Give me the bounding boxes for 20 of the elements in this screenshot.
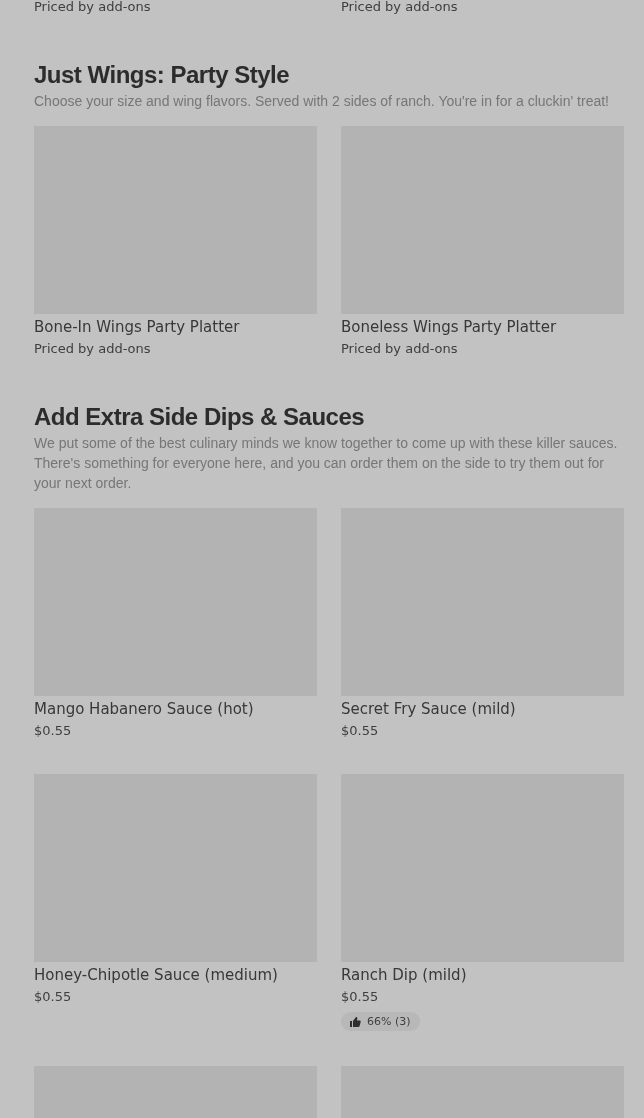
section-title: Just Wings: Party Style bbox=[34, 60, 291, 90]
item-price: $0.55 bbox=[34, 722, 73, 740]
item-price: $0.55 bbox=[341, 988, 380, 1006]
item-name[interactable]: Bone-In Wings Party Platter bbox=[34, 317, 317, 338]
section-description: Choose your size and wing flavors. Served with 2 sides of ranch. You're in for a cluckin' treat! bbox=[34, 92, 610, 111]
item-price: Priced by add-ons bbox=[341, 0, 459, 16]
item-price: Priced by add-ons bbox=[34, 0, 152, 16]
item-name[interactable]: Ranch Dip (mild) bbox=[341, 965, 624, 986]
item-price: $0.55 bbox=[341, 722, 380, 740]
item-name[interactable]: Secret Fry Sauce (mild) bbox=[341, 699, 624, 720]
thumbs-up-icon bbox=[349, 1015, 361, 1028]
rating-text: 66% (3) bbox=[367, 1015, 411, 1028]
item-price: Priced by add-ons bbox=[34, 340, 152, 358]
item-price: Priced by add-ons bbox=[341, 340, 459, 358]
item-name[interactable]: Mango Habanero Sauce (hot) bbox=[34, 699, 317, 720]
item-name[interactable]: Boneless Wings Party Platter bbox=[341, 317, 624, 338]
section-description: We put some of the best culinary minds we know together to come up with these killer sauces. There's something for everyone here, and you can order them on the side to try them out for your next order. bbox=[34, 434, 619, 493]
item-price: $0.55 bbox=[34, 988, 73, 1006]
section-title: Add Extra Side Dips & Sauces bbox=[34, 402, 366, 432]
item-name[interactable]: Honey-Chipotle Sauce (medium) bbox=[34, 965, 317, 986]
